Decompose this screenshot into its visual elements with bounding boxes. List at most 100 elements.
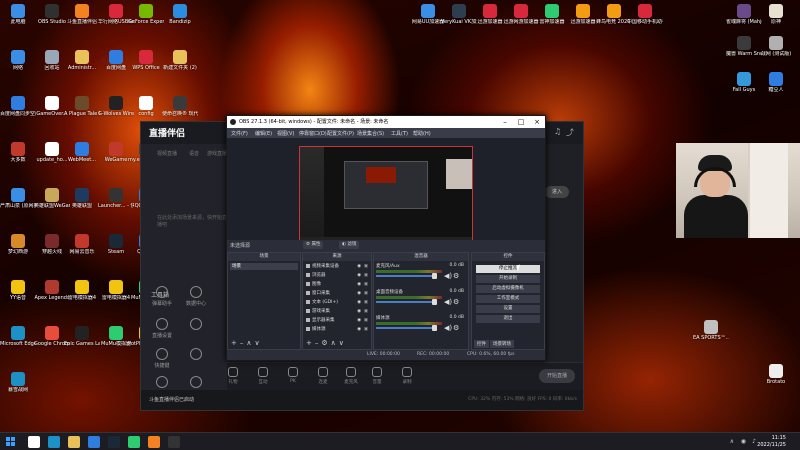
menu-tools[interactable]: 工具(T) [391,130,408,137]
desktop-icon[interactable]: Brotato [758,364,794,385]
tab-video-live[interactable]: 视频直播 [157,150,177,157]
bottom-toolbar-item[interactable]: 录制 [395,367,419,385]
source-item[interactable]: 图像 ◉ ▣ [305,281,369,288]
source-item[interactable]: 窗口采集 ◉ ▣ [305,290,369,297]
desktop-icon[interactable]: 使命召唤® 现代战争®... [162,96,198,117]
start-live-button[interactable]: 开始直播 [539,369,575,383]
desktop-icon[interactable]: Epic Games Launcher [64,326,100,347]
tool-item[interactable]: 数据中心 [181,286,211,307]
volume-slider[interactable] [376,327,436,329]
lock-icon[interactable]: ▣ [364,326,368,333]
taskbar-app-icon[interactable] [128,436,140,448]
eye-icon[interactable]: ◉ [357,290,361,297]
desktop-icon[interactable]: 斗鱼直播伴侣 [64,4,100,25]
properties-button[interactable]: ⚙ 属性 [303,241,324,249]
desktop-icon[interactable]: 中国移动手机助手 [627,4,663,25]
eye-icon[interactable]: ◉ [357,272,361,279]
volume-slider-handle[interactable] [432,325,437,331]
desktop-icon[interactable]: Microsoft Edge [0,326,36,347]
menu-help[interactable]: 帮助(H) [413,130,431,137]
source-item[interactable]: 媒体源 ◉ ▣ [305,326,369,333]
source-item[interactable]: 视频采集设备 ◉ ▣ [305,263,369,270]
desktop-icon[interactable]: 雀魂麻将 (Mahjong...) [726,4,762,25]
control-button[interactable]: 退出 [476,315,540,323]
desktop-icon[interactable]: 梦幻西游 [0,234,36,255]
tab-scene-transitions[interactable]: 场景转场 [490,340,514,348]
desktop-icon[interactable]: A Plague Tale R... [64,96,100,117]
volume-icon[interactable]: ♪ [752,438,756,445]
tool-item[interactable] [181,348,211,362]
taskbar-app-icon[interactable] [88,436,100,448]
down-icon[interactable]: ∨ [255,339,260,347]
control-button[interactable]: 开始录制 [476,275,540,283]
desktop-icon[interactable]: EA SPORTS™... [693,320,729,341]
volume-slider-handle[interactable] [432,299,437,305]
tool-item[interactable]: 弹幕助手 [147,286,177,307]
eye-icon[interactable]: ◉ [357,299,361,306]
scene-item[interactable]: 场景 [230,263,298,270]
close-icon[interactable]: × [529,116,545,128]
source-item[interactable]: 浏览器 ◉ ▣ [305,272,369,279]
desktop-icon[interactable]: 雷电模拟器4 [64,280,100,301]
obs-preview[interactable] [227,138,545,242]
control-button[interactable]: 停止推流 [476,265,540,273]
lock-icon[interactable]: ▣ [364,263,368,270]
desktop-icon[interactable]: 网络 [0,50,36,71]
taskbar-app-icon[interactable] [28,436,40,448]
taskbar-app-icon[interactable] [168,436,180,448]
bottom-toolbar-item[interactable]: PK [281,367,305,384]
desktop-icon[interactable]: 原神 [758,4,794,25]
bottom-toolbar-item[interactable]: 麦克风 [339,367,363,385]
volume-slider-handle[interactable] [432,273,437,279]
maximize-icon[interactable]: □ [513,116,529,128]
lock-icon[interactable]: ▣ [364,308,368,315]
gear-icon[interactable]: ⚙ [321,339,327,347]
menu-edit[interactable]: 编辑(E) [255,130,272,137]
down-icon[interactable]: ∨ [339,339,344,347]
obs-titlebar[interactable]: OBS 27.1.3 (64-bit, windows) - 配置文件: 未命名… [227,116,545,128]
desktop-icon[interactable]: config [128,96,164,117]
desktop-icon[interactable]: 战网 (测试版) [758,36,794,57]
desktop-icon[interactable]: 网易云音乐 [64,234,100,255]
gear-icon[interactable]: ⚙ [453,324,459,332]
control-button[interactable]: 设置 [476,305,540,313]
remove-icon[interactable]: – [315,339,319,347]
source-item[interactable]: 显示器采集 ◉ ▣ [305,317,369,324]
desktop-icon[interactable]: 魔兽 Warm Snow [726,36,762,57]
desktop-icon[interactable]: Fall Guys [726,72,762,93]
desktop-icon[interactable]: 英雄联盟 [64,188,100,209]
bottom-toolbar-item[interactable]: 连麦 [311,367,335,385]
speaker-icon[interactable]: ◀) [444,272,452,280]
tool-item[interactable]: 直播设置 [147,318,177,339]
menu-file[interactable]: 文件(F) [231,130,248,137]
tab-controls[interactable]: 控件 [474,340,489,348]
eye-icon[interactable]: ◉ [357,308,361,315]
eye-icon[interactable]: ◉ [357,326,361,333]
gear-icon[interactable]: ⚙ [453,298,459,306]
volume-slider[interactable] [376,301,436,303]
desktop-icon[interactable]: 暴雪战网 [0,372,36,393]
desktop-icon[interactable]: YY语音 [0,280,36,301]
up-icon[interactable]: ∧ [246,339,251,347]
notification-icon[interactable]: ♫ [554,127,561,136]
menu-docks[interactable]: 停靠窗口(D) [299,130,327,137]
filters-button[interactable]: ◐ 滤镜 [339,241,360,249]
bottom-toolbar-item[interactable]: 礼物 [221,367,245,385]
eye-icon[interactable]: ◉ [357,263,361,270]
tool-item[interactable] [181,318,211,332]
add-icon[interactable]: + [306,339,312,347]
desktop-icon[interactable]: Bandizip [162,4,198,25]
bottom-toolbar-item[interactable]: 音量 [365,367,389,385]
tray-chevron-icon[interactable]: ∧ [730,438,734,445]
volume-slider[interactable] [376,275,436,277]
minimize-icon[interactable]: – [497,116,513,128]
menu-scene-collection[interactable]: 场景集合(S) [357,130,384,137]
desktop-icon[interactable]: GeForce Experience [128,4,164,25]
desktop-icon[interactable]: 此电脑 [0,4,36,25]
lock-icon[interactable]: ▣ [364,290,368,297]
menu-profile[interactable]: 配置文件(P) [327,130,354,137]
taskbar-app-icon[interactable] [48,436,60,448]
lock-icon[interactable]: ▣ [364,272,368,279]
network-icon[interactable]: ◉ [741,438,746,445]
bottom-toolbar-item[interactable]: 互动 [251,367,275,385]
